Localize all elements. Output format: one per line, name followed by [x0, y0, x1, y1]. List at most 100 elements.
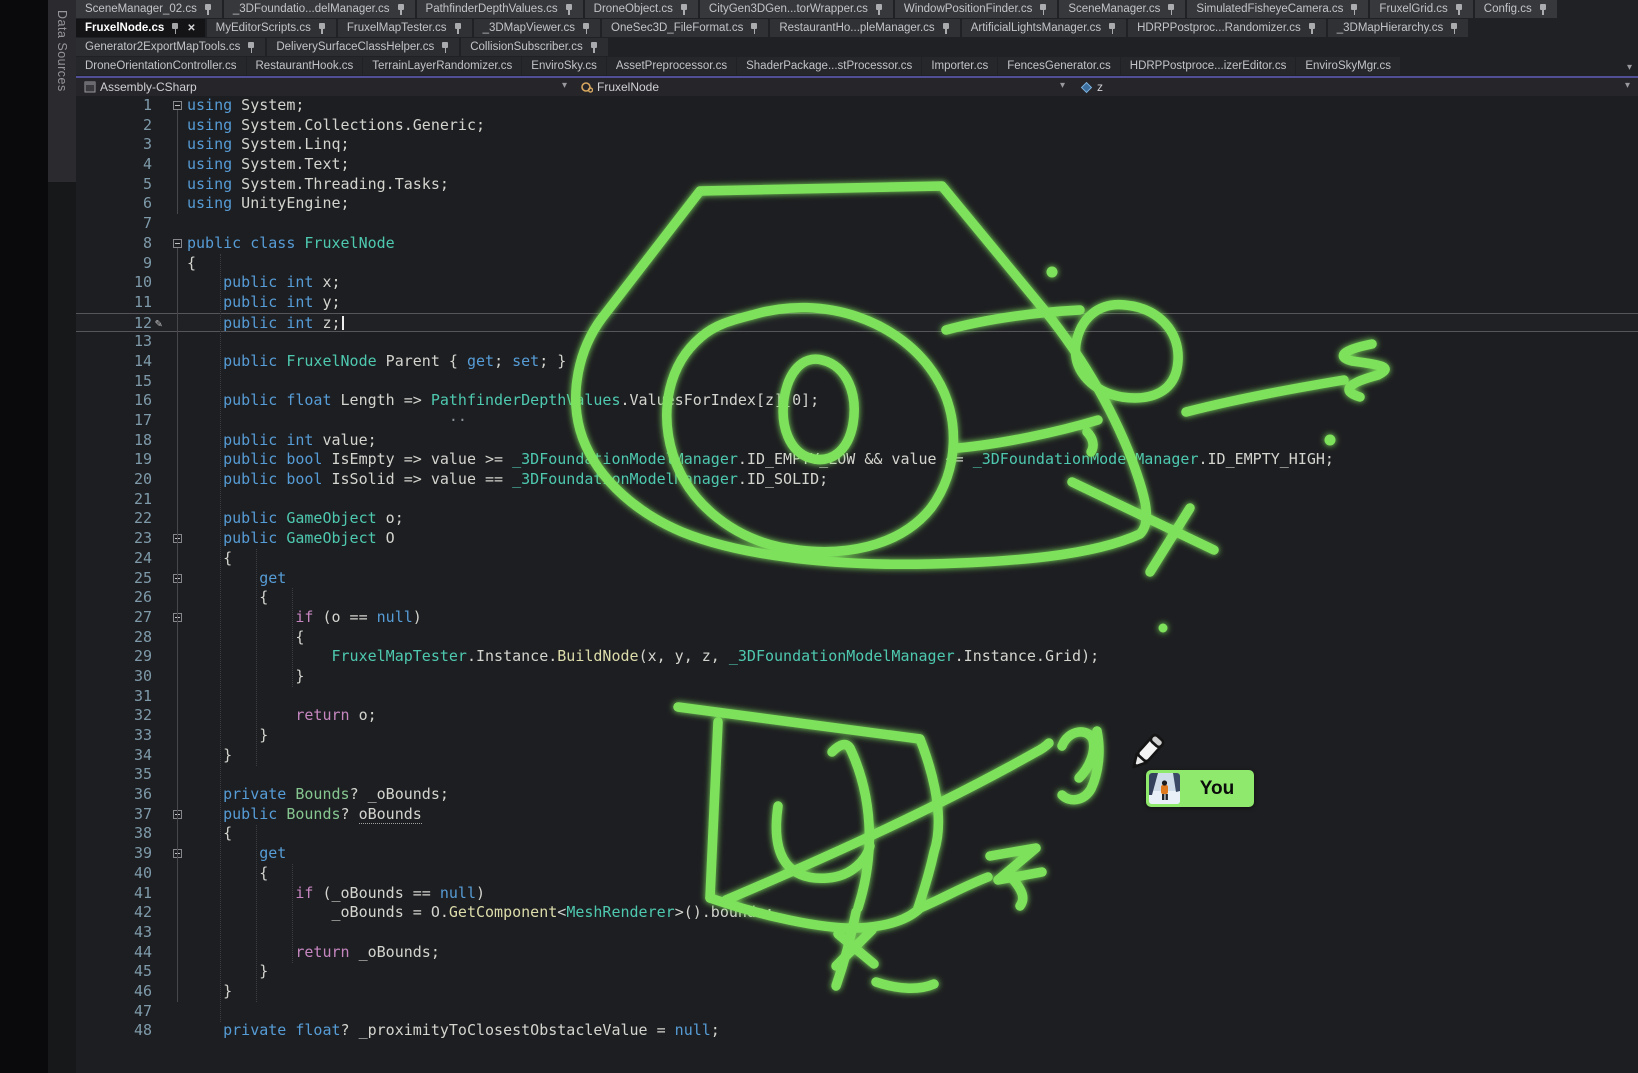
collapse-icon[interactable]	[173, 101, 182, 110]
code-line-45[interactable]: 45 }	[76, 962, 1638, 982]
code-line-27[interactable]: 27 if (o == null)	[76, 608, 1638, 628]
close-icon[interactable]: ✕	[187, 23, 195, 34]
tab-overflow-icon[interactable]: ▾	[1627, 62, 1632, 73]
code-line-46[interactable]: 46 }	[76, 982, 1638, 1002]
tab-FencesGenerator.cs[interactable]: FencesGenerator.cs	[998, 57, 1120, 75]
tab-RestaurantHo...pleManager.cs[interactable]: RestaurantHo...pleManager.cs	[770, 19, 959, 37]
code-line-15[interactable]: 15	[76, 372, 1638, 392]
code-line-40[interactable]: 40 {	[76, 864, 1638, 884]
tab-CityGen3DGen...torWrapper.cs[interactable]: CityGen3DGen...torWrapper.cs	[700, 0, 893, 18]
code-line-24[interactable]: 24 {	[76, 549, 1638, 569]
pin-icon[interactable]	[1039, 3, 1048, 15]
code-line-7[interactable]: 7	[76, 214, 1638, 234]
pin-icon[interactable]	[565, 3, 574, 15]
code-line-11[interactable]: 11 public int y;	[76, 293, 1638, 313]
tab-CollisionSubscriber.cs[interactable]: CollisionSubscriber.cs	[461, 38, 608, 56]
tab-Importer.cs[interactable]: Importer.cs	[922, 57, 997, 75]
pin-icon[interactable]	[1450, 22, 1459, 34]
pin-icon[interactable]	[942, 22, 951, 34]
tab-Config.cs[interactable]: Config.cs	[1475, 0, 1557, 18]
code-line-48[interactable]: 48 private float? _proximityToClosestObs…	[76, 1021, 1638, 1041]
fold-margin[interactable]	[169, 529, 187, 549]
code-line-21[interactable]: 21	[76, 490, 1638, 510]
tab-Generator2ExportMapTools.cs[interactable]: Generator2ExportMapTools.cs	[76, 38, 265, 56]
code-line-47[interactable]: 47	[76, 1002, 1638, 1022]
fold-margin[interactable]	[169, 805, 187, 825]
tab-MyEditorScripts.cs[interactable]: MyEditorScripts.cs	[207, 19, 336, 37]
fold-margin[interactable]	[169, 608, 187, 628]
tab-TerrainLayerRandomizer.cs[interactable]: TerrainLayerRandomizer.cs	[363, 57, 521, 75]
fold-margin[interactable]	[169, 569, 187, 589]
code-line-26[interactable]: 26 {	[76, 588, 1638, 608]
code-line-35[interactable]: 35	[76, 765, 1638, 785]
breadcrumb-project[interactable]: Assembly-CSharp	[84, 78, 197, 96]
tab-FruxelGrid.cs[interactable]: FruxelGrid.cs	[1370, 0, 1472, 18]
code-line-17[interactable]: 17 ··	[76, 411, 1638, 431]
pin-icon[interactable]	[1539, 3, 1548, 15]
tab-AssetPreprocessor.cs[interactable]: AssetPreprocessor.cs	[607, 57, 736, 75]
code-line-22[interactable]: 22 public GameObject o;	[76, 509, 1638, 529]
code-line-23[interactable]: 23 public GameObject O	[76, 529, 1638, 549]
tab-SimulatedFisheyeCamera.cs[interactable]: SimulatedFisheyeCamera.cs	[1187, 0, 1368, 18]
code-line-19[interactable]: 19 public bool IsEmpty => value >= _3DFo…	[76, 450, 1638, 470]
tab-ShaderPackage...stProcessor.cs[interactable]: ShaderPackage...stProcessor.cs	[737, 57, 921, 75]
code-line-8[interactable]: 8public class FruxelNode	[76, 234, 1638, 254]
code-line-1[interactable]: 1using System;	[76, 96, 1638, 116]
code-line-25[interactable]: 25 get	[76, 569, 1638, 589]
tab-_3DMapViewer.cs[interactable]: _3DMapViewer.cs	[474, 19, 600, 37]
code-line-3[interactable]: 3using System.Linq;	[76, 135, 1638, 155]
code-line-38[interactable]: 38 {	[76, 824, 1638, 844]
code-line-37[interactable]: 37 public Bounds? oBounds	[76, 805, 1638, 825]
tab-SceneManager_02.cs[interactable]: SceneManager_02.cs	[76, 0, 222, 18]
breadcrumb-type[interactable]: FruxelNode	[580, 78, 659, 96]
pin-icon[interactable]	[875, 3, 884, 15]
code-line-32[interactable]: 32 return o;	[76, 706, 1638, 726]
pin-icon[interactable]	[750, 22, 759, 34]
pin-icon[interactable]	[1350, 3, 1359, 15]
code-line-30[interactable]: 30 }	[76, 667, 1638, 687]
code-line-33[interactable]: 33 }	[76, 726, 1638, 746]
code-line-43[interactable]: 43	[76, 923, 1638, 943]
code-line-20[interactable]: 20 public bool IsSolid => value == _3DFo…	[76, 470, 1638, 490]
code-line-12[interactable]: 12✎ public int z;	[76, 313, 1638, 333]
code-line-29[interactable]: 29 FruxelMapTester.Instance.BuildNode(x,…	[76, 647, 1638, 667]
tab-_3DMapHierarchy.cs[interactable]: _3DMapHierarchy.cs	[1328, 19, 1469, 37]
tab-DeliverySurfaceClassHelper.cs[interactable]: DeliverySurfaceClassHelper.cs	[267, 38, 459, 56]
pin-icon[interactable]	[441, 41, 450, 53]
breadcrumb-member[interactable]: z	[1080, 78, 1103, 96]
code-line-39[interactable]: 39 get	[76, 844, 1638, 864]
code-line-41[interactable]: 41 if (_oBounds == null)	[76, 884, 1638, 904]
code-line-16[interactable]: 16 public float Length => PathfinderDept…	[76, 391, 1638, 411]
pin-icon[interactable]	[1455, 3, 1464, 15]
tab-HDRPPostproc...Randomizer.cs[interactable]: HDRPPostproc...Randomizer.cs	[1128, 19, 1326, 37]
pin-icon[interactable]	[1167, 3, 1176, 15]
tab-EnviroSky.cs[interactable]: EnviroSky.cs	[522, 57, 606, 75]
code-line-18[interactable]: 18 public int value;	[76, 431, 1638, 451]
fold-margin[interactable]	[169, 844, 187, 864]
collapse-icon[interactable]	[173, 239, 182, 248]
code-line-13[interactable]: 13	[76, 332, 1638, 352]
code-line-5[interactable]: 5using System.Threading.Tasks;	[76, 175, 1638, 195]
code-line-28[interactable]: 28 {	[76, 628, 1638, 648]
tab-HDRPPostproce...izerEditor.cs[interactable]: HDRPPostproce...izerEditor.cs	[1121, 57, 1296, 75]
data-sources-vertical-tab[interactable]: Data Sources	[48, 0, 76, 182]
pin-icon[interactable]	[204, 3, 213, 15]
pin-icon[interactable]	[1308, 22, 1317, 34]
tab-EnviroSkyMgr.cs[interactable]: EnviroSkyMgr.cs	[1296, 57, 1400, 75]
pin-icon[interactable]	[1108, 22, 1117, 34]
code-line-31[interactable]: 31	[76, 687, 1638, 707]
code-line-42[interactable]: 42 _oBounds = O.GetComponent<MeshRendere…	[76, 903, 1638, 923]
fold-margin[interactable]	[169, 234, 187, 254]
tab-WindowPositionFinder.cs[interactable]: WindowPositionFinder.cs	[895, 0, 1057, 18]
pin-icon[interactable]	[247, 41, 256, 53]
code-line-44[interactable]: 44 return _oBounds;	[76, 943, 1638, 963]
code-line-2[interactable]: 2using System.Collections.Generic;	[76, 116, 1638, 136]
tab-_3DFoundatio...delManager.cs[interactable]: _3DFoundatio...delManager.cs	[224, 0, 415, 18]
tab-DroneObject.cs[interactable]: DroneObject.cs	[585, 0, 698, 18]
tab-OneSec3D_FileFormat.cs[interactable]: OneSec3D_FileFormat.cs	[602, 19, 768, 37]
pin-icon[interactable]	[680, 3, 689, 15]
chevron-down-icon[interactable]: ▾	[1060, 80, 1065, 91]
pin-icon[interactable]	[454, 22, 463, 34]
code-line-10[interactable]: 10 public int x;	[76, 273, 1638, 293]
pin-icon[interactable]	[397, 3, 406, 15]
